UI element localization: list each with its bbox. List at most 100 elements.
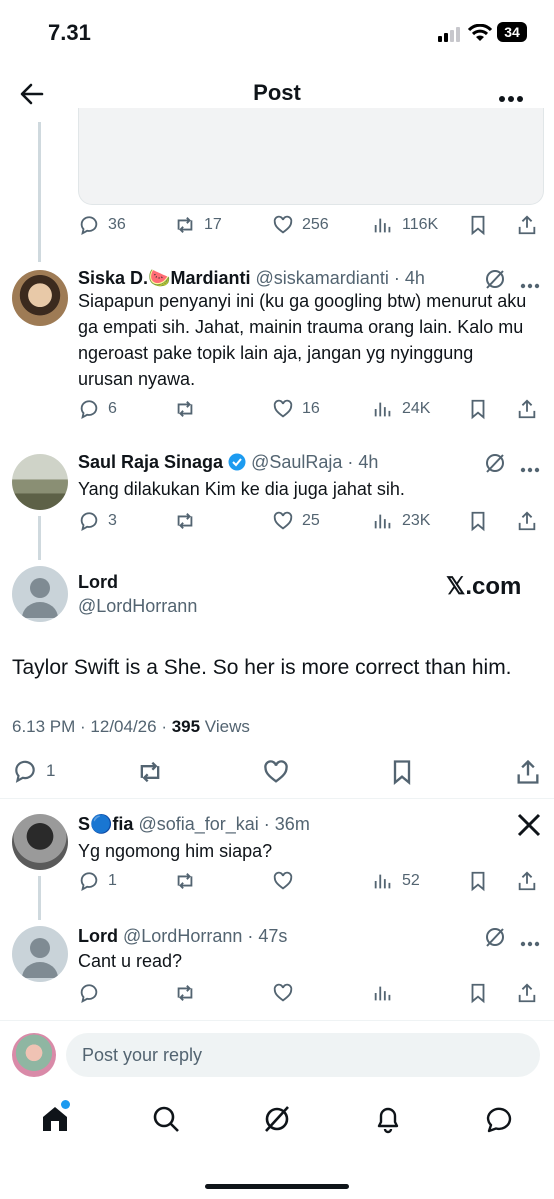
retweet-action[interactable] <box>174 398 196 420</box>
avatar[interactable] <box>12 926 68 982</box>
post-timestamp: 6.13 PM · 12/04/26 · <box>12 717 172 736</box>
reply-count: 3 <box>108 512 117 529</box>
reply-text: Yang dilakukan Kim ke dia juga jahat sih… <box>78 479 405 499</box>
bell-icon <box>377 1107 399 1134</box>
display-name[interactable]: Lord <box>78 572 118 593</box>
share-action[interactable] <box>516 982 538 1004</box>
user-handle[interactable]: @siskamardianti <box>256 268 389 288</box>
reply-count: 6 <box>108 400 117 417</box>
views-count: 24K <box>402 400 431 417</box>
views-action[interactable]: 24K <box>372 398 430 420</box>
more-options-icon[interactable] <box>520 934 540 952</box>
watermark: 𝕏.com <box>446 573 522 600</box>
views-icon <box>374 218 391 233</box>
views-action[interactable]: 52 <box>372 870 420 892</box>
reply-count: 1 <box>108 872 117 889</box>
retweet-action[interactable] <box>174 510 196 532</box>
like-action[interactable] <box>262 758 290 786</box>
like-action[interactable] <box>272 870 294 892</box>
thread-line <box>38 876 41 920</box>
share-icon <box>518 983 536 1003</box>
reply-icon <box>80 984 98 1004</box>
retweet-icon <box>177 513 193 529</box>
retweet-action[interactable] <box>174 870 196 892</box>
display-name[interactable]: Saul Raja Sinaga <box>78 452 223 472</box>
bookmark-action[interactable] <box>467 870 489 892</box>
heart-icon <box>273 215 293 234</box>
display-name-tail[interactable]: Mardianti <box>170 268 250 288</box>
reply-text: Yg ngomong him siapa? <box>78 841 273 861</box>
views-icon <box>374 402 391 417</box>
bookmark-action[interactable] <box>467 510 489 532</box>
x-logo-icon <box>516 812 542 843</box>
grok-icon[interactable] <box>484 926 506 953</box>
battery-level: 34 <box>504 24 520 40</box>
avatar[interactable] <box>12 566 68 622</box>
cellular-signal-icon <box>438 26 462 47</box>
messages-tab[interactable] <box>484 1104 514 1139</box>
grok-tab[interactable] <box>262 1104 292 1139</box>
bookmark-icon <box>471 215 485 236</box>
more-options-icon[interactable] <box>498 90 524 108</box>
current-user-avatar[interactable] <box>12 1033 56 1077</box>
bookmark-action[interactable] <box>467 214 489 236</box>
grok-icon[interactable] <box>484 452 506 479</box>
bookmark-action[interactable] <box>388 758 416 786</box>
reply-action[interactable]: 3 <box>78 510 117 532</box>
user-handle[interactable]: @LordHorrann <box>78 596 197 617</box>
post-text: Taylor Swift is a She. So her is more co… <box>12 656 512 679</box>
retweet-action[interactable]: 17 <box>174 214 222 236</box>
display-name[interactable]: Lord <box>78 926 118 946</box>
user-handle[interactable]: @LordHorrann <box>123 926 242 946</box>
home-tab[interactable] <box>40 1104 70 1139</box>
retweet-action[interactable] <box>174 982 196 1004</box>
reply-action[interactable] <box>78 982 100 1004</box>
reply-text: Cant u read? <box>78 951 183 971</box>
notifications-tab[interactable] <box>373 1104 403 1139</box>
post-time: 36m <box>274 814 310 834</box>
display-name[interactable]: Siska D. <box>78 268 148 288</box>
views-action[interactable]: 23K <box>372 510 430 532</box>
views-label: Views <box>200 717 250 736</box>
like-action[interactable]: 16 <box>272 398 320 420</box>
display-name[interactable]: S🔵fia <box>78 814 133 834</box>
user-handle[interactable]: @sofia_for_kai <box>138 814 258 834</box>
reply-input[interactable]: Post your reply <box>66 1033 540 1077</box>
like-action[interactable] <box>272 982 294 1004</box>
like-action[interactable]: 25 <box>272 510 320 532</box>
avatar[interactable] <box>12 454 68 510</box>
reply-action[interactable]: 1 <box>12 758 55 784</box>
reply-action[interactable]: 6 <box>78 398 117 420</box>
avatar[interactable] <box>12 814 68 870</box>
default-avatar-icon <box>22 578 58 618</box>
share-action[interactable] <box>516 870 538 892</box>
user-handle[interactable]: @SaulRaja <box>251 452 342 472</box>
reply-header: S🔵fia @sofia_for_kai · 36m <box>78 814 310 834</box>
reply-action[interactable]: 36 <box>78 214 126 236</box>
post-time: 47s <box>258 926 288 946</box>
avatar[interactable] <box>12 270 68 326</box>
share-action[interactable] <box>516 398 538 420</box>
like-count: 256 <box>302 216 329 233</box>
thread-line <box>38 122 41 262</box>
reply-action[interactable]: 1 <box>78 870 117 892</box>
reply-icon <box>80 400 98 420</box>
like-action[interactable]: 256 <box>272 214 329 236</box>
views-action[interactable] <box>372 982 394 1004</box>
bookmark-action[interactable] <box>467 982 489 1004</box>
search-tab[interactable] <box>151 1104 181 1139</box>
share-icon <box>517 759 539 784</box>
post-time: 4h <box>358 452 379 472</box>
share-action[interactable] <box>516 214 538 236</box>
heart-icon <box>273 983 293 1002</box>
media-preview[interactable] <box>78 108 544 205</box>
views-action[interactable]: 116K <box>372 214 438 236</box>
bookmark-icon <box>471 983 485 1004</box>
retweet-icon <box>140 761 160 783</box>
share-action[interactable] <box>514 758 542 786</box>
bookmark-action[interactable] <box>467 398 489 420</box>
retweet-count: 17 <box>204 216 222 233</box>
notification-dot <box>61 1100 70 1109</box>
retweet-action[interactable] <box>136 758 164 786</box>
share-action[interactable] <box>516 510 538 532</box>
